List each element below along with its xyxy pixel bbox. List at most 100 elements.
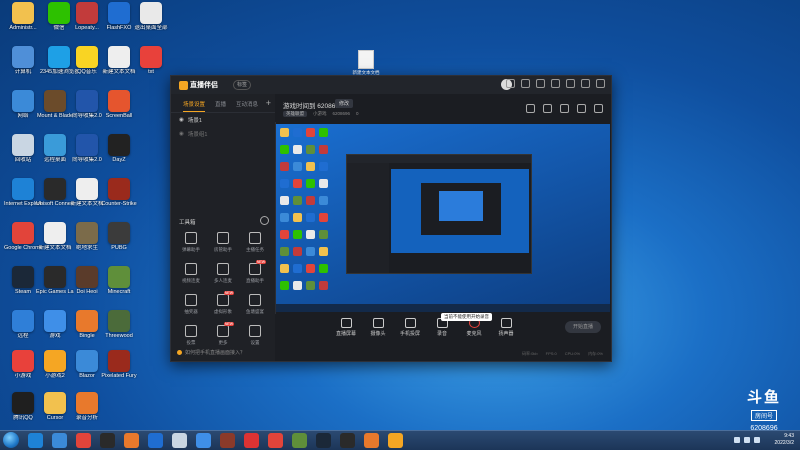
desktop-icon[interactable]: ScreenBall [100, 90, 138, 119]
toolbox-item[interactable]: 设置 [239, 325, 271, 346]
desktop-icon-label: txt [148, 69, 154, 75]
clock[interactable]: 9:43 2022/3/2 [775, 433, 794, 447]
lock-icon[interactable] [560, 104, 569, 113]
toolbox-item[interactable]: 主播任务 [239, 232, 271, 253]
layout-icon[interactable] [526, 104, 535, 113]
start-button[interactable] [3, 432, 19, 448]
desktop-icon[interactable]: Administr... [4, 2, 42, 31]
cam-icon [372, 318, 384, 328]
control-label: 手机投屏 [399, 331, 420, 337]
edit-title-button[interactable]: 修改 [335, 99, 354, 108]
network-icon[interactable] [52, 433, 67, 448]
control-speaker[interactable]: 扬声器 [495, 318, 517, 337]
app-icon [12, 392, 34, 414]
eye-icon[interactable]: ◉ [179, 131, 184, 137]
chrome-icon[interactable] [76, 433, 91, 448]
scene-item[interactable]: ◉ 场景1 [171, 113, 275, 127]
desktop-icon[interactable]: Threewood [100, 310, 138, 339]
app-icon [76, 90, 98, 112]
minimize-icon[interactable] [566, 79, 575, 88]
record-icon[interactable] [543, 104, 552, 113]
control-label: 麦克风 [466, 331, 482, 337]
flash-icon[interactable] [148, 433, 163, 448]
stream-preview[interactable] [276, 124, 610, 312]
app-icon[interactable] [124, 433, 139, 448]
desktop-icon[interactable]: DayZ [100, 134, 138, 163]
maximize-icon[interactable] [581, 79, 590, 88]
preview-icon [293, 179, 302, 188]
desktop-icon[interactable]: txt [132, 46, 170, 75]
ie-icon[interactable] [28, 433, 43, 448]
ubisoft-icon[interactable] [340, 433, 355, 448]
version-badge[interactable]: 标签 [233, 80, 252, 90]
network-tray-icon[interactable] [734, 437, 740, 443]
desktop-icon-label: Pixelated Fury [101, 373, 137, 379]
toolbox-item[interactable]: 弹幕助手 [175, 232, 207, 253]
control-screen[interactable]: 直播屏幕 [335, 318, 357, 337]
share-icon[interactable] [594, 104, 603, 113]
message-icon[interactable] [506, 79, 515, 88]
desktop-icon[interactable]: Minecraft [100, 266, 138, 295]
desktop-icon[interactable]: 录音分析 [68, 392, 106, 421]
nested-preview [391, 169, 529, 253]
control-cam[interactable]: 摄像头 [367, 318, 389, 337]
preview-icon [319, 179, 328, 188]
preview-icon [319, 162, 328, 171]
minecraft-icon[interactable] [292, 433, 307, 448]
settings-icon[interactable] [536, 79, 545, 88]
toolbox-item[interactable]: 多人连麦 [207, 263, 239, 284]
tab-scenes[interactable]: 场景设置 [183, 100, 206, 112]
tab-live[interactable]: 直播 [215, 100, 226, 112]
preview-icon [306, 196, 315, 205]
bell-icon[interactable] [577, 104, 586, 113]
add-scene-icon[interactable]: + [266, 98, 271, 108]
steam-icon[interactable] [316, 433, 331, 448]
game-icon[interactable] [220, 433, 235, 448]
toolbox-item[interactable]: 抽奖器 [175, 294, 207, 315]
eye-icon[interactable]: ◉ [179, 117, 184, 123]
app-icon [12, 90, 34, 112]
category-tag[interactable]: 英雄联盟 [283, 111, 307, 117]
nested-preview-2 [421, 183, 501, 235]
preview-icon [280, 128, 289, 137]
menu-icon[interactable] [551, 79, 560, 88]
ime-tray-icon[interactable] [754, 437, 760, 443]
control-label: 摄像头 [370, 331, 386, 337]
toolbox-item[interactable]: NEW 直播助手 [239, 260, 271, 284]
plane-icon[interactable] [196, 433, 211, 448]
toolbox-item[interactable]: 鱼塘盛宴 [239, 294, 271, 315]
desktop-icon[interactable]: Counter-Strike [100, 178, 138, 207]
volume-tray-icon[interactable] [744, 437, 750, 443]
music-icon[interactable] [268, 433, 283, 448]
desktop-icon[interactable]: PUBG [100, 222, 138, 251]
tool-label: 房管助手 [214, 247, 232, 252]
desktop-icon-label: DayZ [112, 157, 126, 163]
start-live-button[interactable]: 开始直播 [565, 321, 601, 333]
game2-icon[interactable] [364, 433, 379, 448]
toolbox-item[interactable]: NEW 虚拟形象 [207, 291, 239, 315]
toolbox-settings-icon[interactable] [260, 216, 269, 225]
live-icon[interactable] [388, 433, 403, 448]
ubisoft-icon[interactable] [100, 433, 115, 448]
preview-icon [280, 145, 289, 154]
desktop-icon[interactable]: 退出桌面全部 [132, 2, 170, 31]
tool-icon [217, 263, 229, 275]
scene-group-item[interactable]: ◉ 场景组1 [171, 127, 275, 141]
gift-icon[interactable] [521, 79, 530, 88]
close-icon[interactable] [596, 79, 605, 88]
toolbox-item[interactable]: 视频连麦 [175, 263, 207, 284]
tool-icon [185, 294, 197, 306]
phone-stream-hint[interactable]: 如何把手机直播画面接入？ [177, 349, 245, 356]
room-id: 6208696 [332, 111, 351, 116]
speaker-icon[interactable] [172, 433, 187, 448]
toolbox-item[interactable]: 投票 [175, 325, 207, 346]
desktop-icon[interactable]: Pixelated Fury [100, 350, 138, 379]
toolbox-item[interactable]: NEW 更多 [207, 322, 239, 346]
netease-icon[interactable] [244, 433, 259, 448]
tab-messages[interactable]: 互动消息 [236, 100, 258, 112]
control-phone[interactable]: 手机投屏 [399, 318, 421, 337]
app-icon [76, 2, 98, 24]
desktop-file-icon[interactable]: 新建文本文档 [352, 50, 380, 76]
toolbox-item[interactable]: 房管助手 [207, 232, 239, 253]
desktop-icon[interactable]: 计算机 [4, 46, 42, 75]
